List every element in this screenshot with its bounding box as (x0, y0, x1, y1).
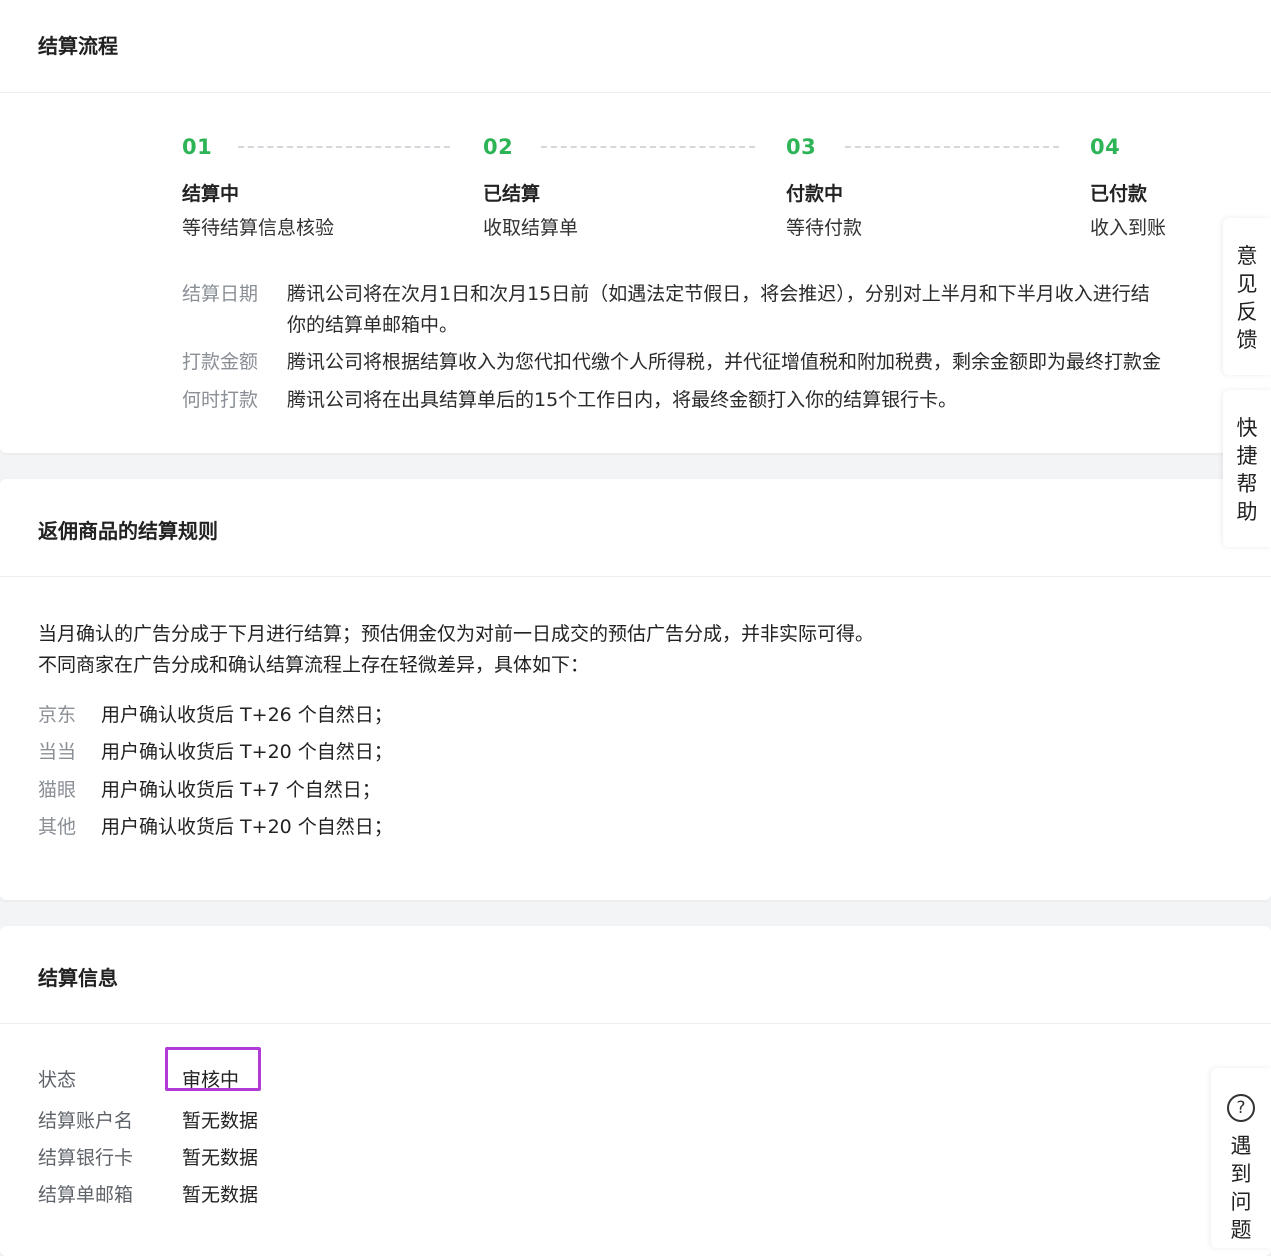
merchant-name: 当当 (38, 741, 77, 763)
step-title: 付款中 (786, 183, 844, 205)
merchant-name: 其他 (38, 816, 77, 838)
email-value: 暂无数据 (182, 1184, 259, 1206)
help-char: 帮 (1236, 472, 1258, 496)
feedback-char: 意 (1236, 244, 1258, 268)
help-char: 快 (1236, 416, 1258, 440)
problem-char: 到 (1230, 1162, 1252, 1186)
info-text: 腾讯公司将根据结算收入为您代扣代缴个人所得税，并代征增值税和附加税费，剩余金额即… (287, 351, 1162, 373)
step-title: 结算中 (182, 183, 240, 205)
rebate-rules-header: 返佣商品的结算规则 (0, 479, 1271, 577)
step-number: 02 (483, 135, 514, 159)
merchant-rule: 用户确认收货后 T+20 个自然日； (101, 741, 393, 763)
rebate-rules-card: 返佣商品的结算规则 当月确认的广告分成于下月进行结算；预估佣金仅为对前一日成交的… (0, 479, 1271, 900)
info-text: 腾讯公司将在出具结算单后的15个工作日内，将最终金额打入你的结算银行卡。 (287, 389, 958, 411)
rule-description-line: 不同商家在广告分成和确认结算流程上存在轻微差异，具体如下： (38, 654, 590, 676)
step-3: 03 付款中 等待付款 (786, 135, 862, 239)
feedback-button[interactable]: 意 见 反 馈 (1223, 218, 1271, 375)
info-text-continued: 你的结算单邮箱中。 (287, 314, 459, 336)
info-row-payment-time: 何时打款 腾讯公司将在出具结算单后的15个工作日内，将最终金额打入你的结算银行卡。 (182, 385, 957, 416)
help-char: 助 (1236, 500, 1258, 524)
problem-char: 问 (1230, 1190, 1252, 1214)
step-description: 收取结算单 (483, 217, 579, 239)
merchant-rule-row: 当当 用户确认收货后 T+20 个自然日； (38, 737, 393, 764)
step-1: 01 结算中 等待结算信息核验 (182, 135, 334, 239)
step-description: 收入到账 (1090, 217, 1167, 239)
info-label: 打款金额 (182, 351, 259, 373)
settlement-info-header: 结算信息 (0, 926, 1271, 1024)
step-2: 02 已结算 收取结算单 (483, 135, 578, 239)
bank-card-label: 结算银行卡 (38, 1147, 134, 1169)
merchant-rule-row: 京东 用户确认收货后 T+26 个自然日； (38, 700, 393, 727)
settlement-flow-header: 结算流程 (0, 0, 1271, 93)
step-number: 01 (182, 135, 213, 159)
step-connector (238, 146, 450, 148)
settlement-flow-title: 结算流程 (38, 34, 118, 58)
info-label: 何时打款 (182, 389, 259, 411)
info-row-settlement-date: 结算日期 腾讯公司将在次月1日和次月15日前（如遇法定节假日，将会推迟），分别对上… (182, 279, 1226, 310)
quick-help-button[interactable]: 快 捷 帮 助 (1223, 390, 1271, 547)
info-row-email: 结算单邮箱 暂无数据 (38, 1180, 258, 1207)
report-problem-button[interactable]: ? 遇 到 问 题 (1211, 1068, 1271, 1248)
step-title: 已付款 (1090, 183, 1148, 205)
info-text: 腾讯公司将在次月1日和次月15日前（如遇法定节假日，将会推迟），分别对上半月和下… (287, 283, 1150, 305)
merchant-rule: 用户确认收货后 T+20 个自然日； (101, 816, 393, 838)
info-row-bank-card: 结算银行卡 暂无数据 (38, 1143, 258, 1170)
merchant-rule: 用户确认收货后 T+7 个自然日； (101, 779, 381, 801)
info-row-payment-amount: 打款金额 腾讯公司将根据结算收入为您代扣代缴个人所得税，并代征增值税和附加税费，剩… (182, 347, 1226, 378)
merchant-name: 京东 (38, 704, 77, 726)
feedback-char: 馈 (1236, 328, 1258, 352)
settlement-flow-card: 结算流程 01 结算中 等待结算信息核验 02 已结算 收取结算单 03 付款中… (0, 0, 1271, 453)
step-title: 已结算 (483, 183, 541, 205)
question-circle-icon: ? (1227, 1094, 1255, 1122)
step-number: 03 (786, 135, 817, 159)
merchant-rule-row: 其他 用户确认收货后 T+20 个自然日； (38, 812, 393, 839)
status-label: 状态 (38, 1069, 77, 1091)
status-highlight-box (165, 1047, 261, 1091)
step-description: 等待付款 (786, 217, 863, 239)
step-connector (845, 146, 1059, 148)
settlement-info-card: 结算信息 状态 审核中 结算账户名 暂无数据 结算银行卡 暂无数据 结算单邮箱 暂无数据 (0, 926, 1271, 1256)
account-name-label: 结算账户名 (38, 1110, 134, 1132)
merchant-name: 猫眼 (38, 779, 77, 801)
step-description: 等待结算信息核验 (182, 217, 335, 239)
info-row-account-name: 结算账户名 暂无数据 (38, 1106, 258, 1133)
step-connector (541, 146, 755, 148)
feedback-char: 见 (1236, 272, 1258, 296)
bank-card-value: 暂无数据 (182, 1147, 259, 1169)
merchant-rule: 用户确认收货后 T+26 个自然日； (101, 704, 393, 726)
help-char: 捷 (1236, 444, 1258, 468)
account-name-value: 暂无数据 (182, 1110, 259, 1132)
problem-char: 遇 (1230, 1134, 1252, 1158)
rebate-rules-title: 返佣商品的结算规则 (38, 519, 218, 543)
merchant-rule-row: 猫眼 用户确认收货后 T+7 个自然日； (38, 775, 381, 802)
settlement-info-title: 结算信息 (38, 966, 118, 990)
feedback-char: 反 (1236, 300, 1258, 324)
problem-char: 题 (1230, 1218, 1252, 1242)
rule-description-line: 当月确认的广告分成于下月进行结算；预估佣金仅为对前一日成交的预估广告分成，并非实… (38, 623, 875, 645)
info-label: 结算日期 (182, 283, 259, 305)
email-label: 结算单邮箱 (38, 1184, 134, 1206)
step-number: 04 (1090, 135, 1121, 159)
step-4: 04 已付款 收入到账 (1090, 135, 1166, 239)
